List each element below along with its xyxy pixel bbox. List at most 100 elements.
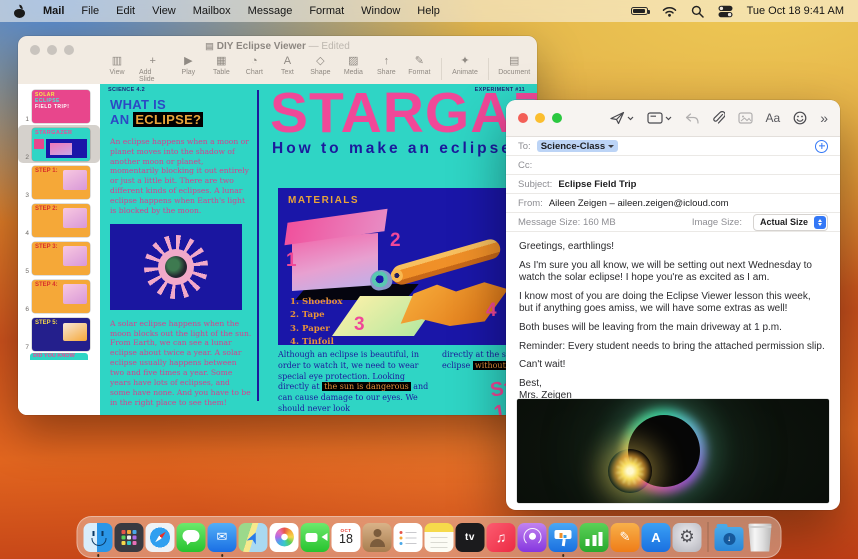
menu-window[interactable]: Window bbox=[361, 5, 400, 17]
sun-eclipse-illustration bbox=[110, 223, 242, 310]
close-button[interactable] bbox=[518, 113, 528, 123]
slide-thumbnail-6[interactable]: 6 STEP 4: bbox=[18, 277, 100, 315]
materials-item: 2. Tape bbox=[290, 310, 325, 321]
menu-app-name[interactable]: Mail bbox=[43, 5, 64, 17]
menu-format[interactable]: Format bbox=[309, 5, 344, 17]
mail-toolbar: Aa » bbox=[506, 100, 840, 137]
image-size-select[interactable]: Actual Size bbox=[752, 213, 828, 231]
header-fields-button[interactable] bbox=[646, 112, 672, 124]
apple-menu-icon[interactable] bbox=[14, 5, 26, 18]
wifi-icon[interactable] bbox=[662, 6, 677, 17]
dock-photos[interactable] bbox=[269, 522, 299, 552]
size-row: Message Size: 160 MB Image Size: Actual … bbox=[506, 213, 840, 232]
from-value: Aileen Zeigen – aileen.zeigen@icloud.com bbox=[548, 197, 729, 209]
reply-button[interactable] bbox=[685, 112, 699, 124]
dock-reminders[interactable] bbox=[393, 522, 423, 552]
slide-thumbnail-2-selected[interactable]: 2 STARGAZER bbox=[18, 125, 100, 163]
dock-messages[interactable] bbox=[176, 522, 206, 552]
dock-podcasts[interactable] bbox=[517, 522, 547, 552]
dock-facetime[interactable] bbox=[300, 522, 330, 552]
slide-thumbnail-7[interactable]: 7 STEP 5: bbox=[18, 315, 100, 353]
open-indicator bbox=[561, 554, 565, 557]
slide-thumbnail-8-partial[interactable]: DID YOU KNOW bbox=[30, 353, 88, 360]
slide-thumbnail-4[interactable]: 4 STEP 2: bbox=[18, 201, 100, 239]
recipient-token[interactable]: Science-Class bbox=[536, 140, 619, 152]
eclipse-photo-attachment[interactable] bbox=[517, 399, 829, 503]
toolbar-animate-button[interactable]: ✦ Animate bbox=[452, 55, 478, 76]
menu-message[interactable]: Message bbox=[248, 5, 293, 17]
dock-mail[interactable]: ✉ bbox=[207, 522, 237, 557]
mail-traffic-lights[interactable] bbox=[518, 113, 562, 123]
cc-field[interactable]: Cc: bbox=[506, 156, 840, 175]
emoji-icon bbox=[793, 111, 807, 125]
from-field[interactable]: From: Aileen Zeigen – aileen.zeigen@iclo… bbox=[506, 194, 840, 213]
tinfoil-roll-illustration bbox=[389, 236, 503, 288]
toolbar-media-button[interactable]: ▨ Media bbox=[342, 55, 364, 76]
dock-finder[interactable] bbox=[83, 522, 113, 557]
dock-tv[interactable]: tv bbox=[455, 522, 485, 552]
dock-music[interactable]: ♫ bbox=[486, 522, 516, 552]
dock-system-settings[interactable]: ⚙ bbox=[672, 522, 702, 552]
format-text-button[interactable]: Aa bbox=[766, 111, 781, 125]
emoji-button[interactable] bbox=[793, 111, 807, 125]
dock-numbers[interactable] bbox=[579, 522, 609, 552]
body-paragraph: I know most of you are doing the Eclipse… bbox=[519, 290, 811, 315]
dock-contacts[interactable] bbox=[362, 522, 392, 552]
send-button[interactable] bbox=[609, 111, 634, 125]
menu-file[interactable]: File bbox=[81, 5, 99, 17]
dock-pages[interactable]: ✎ bbox=[610, 522, 640, 552]
toolbar-shape-button[interactable]: ◇ Shape bbox=[309, 55, 331, 76]
body-paragraph: As I'm sure you all know, we will be set… bbox=[519, 259, 812, 284]
chevron-down-icon bbox=[608, 144, 615, 148]
share-icon: ↑ bbox=[383, 55, 390, 67]
toolbar-format-button[interactable]: ✎ Format bbox=[408, 55, 430, 76]
control-center-icon[interactable] bbox=[718, 5, 733, 18]
message-body[interactable]: Greetings, earthlings! As I'm sure you a… bbox=[506, 232, 840, 403]
toolbar-overflow-chevron[interactable]: » bbox=[820, 110, 828, 126]
toolbar-view-button[interactable]: ▥ View bbox=[106, 55, 128, 76]
toolbar-text-button[interactable]: A Text bbox=[276, 55, 298, 76]
menu-edit[interactable]: Edit bbox=[116, 5, 135, 17]
toolbar-document-button[interactable]: ▤ Document bbox=[498, 55, 530, 76]
slide-canvas[interactable]: SCIENCE 4.2 EXPERIMENT #11 WHAT IS AN EC… bbox=[100, 84, 537, 415]
menu-view[interactable]: View bbox=[152, 5, 176, 17]
dock-maps[interactable] bbox=[238, 522, 268, 552]
dock-safari[interactable] bbox=[145, 522, 175, 552]
dock-downloads-folder[interactable] bbox=[714, 524, 744, 551]
slide-thumbnail-5[interactable]: 5 STEP 3: bbox=[18, 239, 100, 277]
edited-badge: — Edited bbox=[308, 41, 350, 52]
minimize-button[interactable] bbox=[535, 113, 545, 123]
toolbar-share-button[interactable]: ↑ Share bbox=[375, 55, 397, 76]
insert-photo-button[interactable] bbox=[737, 112, 753, 124]
toolbar-add-slide-button[interactable]: + Add Slide bbox=[139, 55, 166, 83]
toolbar-play-button[interactable]: ▶ Play bbox=[177, 55, 199, 76]
slide-left-column: WHAT IS AN ECLIPSE? An eclipse happens w… bbox=[110, 97, 252, 407]
dock-keynote[interactable] bbox=[548, 522, 578, 557]
eclipse-highlight: ECLIPSE? bbox=[133, 111, 204, 127]
menu-bar-clock[interactable]: Tue Oct 18 9:41 AM bbox=[747, 5, 844, 17]
zoom-button[interactable] bbox=[552, 113, 562, 123]
subject-field[interactable]: Subject: Eclipse Field Trip bbox=[506, 175, 840, 194]
menu-mailbox[interactable]: Mailbox bbox=[193, 5, 231, 17]
toolbar-chart-button[interactable]: ◔ Chart bbox=[243, 55, 265, 76]
add-recipient-button[interactable] bbox=[815, 139, 828, 153]
slide-thumbnail-1[interactable]: 1 SOLAR ECLIPSE FIELD TRIP! bbox=[18, 87, 100, 125]
dock-notes[interactable] bbox=[424, 522, 454, 552]
dock-launchpad[interactable] bbox=[114, 522, 144, 552]
dock-app-store[interactable]: A bbox=[641, 522, 671, 552]
attach-button[interactable] bbox=[712, 111, 725, 125]
eclipse-flare bbox=[607, 449, 652, 493]
menu-help[interactable]: Help bbox=[417, 5, 440, 17]
spotlight-search-icon[interactable] bbox=[691, 5, 704, 18]
open-indicator bbox=[220, 554, 224, 557]
slide-thumbnail-3[interactable]: 3 STEP 1: bbox=[18, 163, 100, 201]
sun-core-icon bbox=[158, 248, 194, 285]
keynote-toolbar: ▥ View + Add Slide ▶ Play ▦ Table ◔ Chart A Te… bbox=[106, 55, 537, 83]
toolbar-table-button[interactable]: ▦ Table bbox=[210, 55, 232, 76]
body-paragraph: Both buses will be leaving from the main… bbox=[519, 321, 782, 333]
battery-icon[interactable] bbox=[630, 7, 650, 15]
dock-calendar[interactable]: OCT 18 bbox=[331, 522, 361, 552]
menu-bar: Mail File Edit View Mailbox Message Form… bbox=[0, 0, 858, 22]
dock-trash[interactable] bbox=[748, 523, 772, 552]
to-field[interactable]: To: Science-Class bbox=[506, 137, 840, 156]
